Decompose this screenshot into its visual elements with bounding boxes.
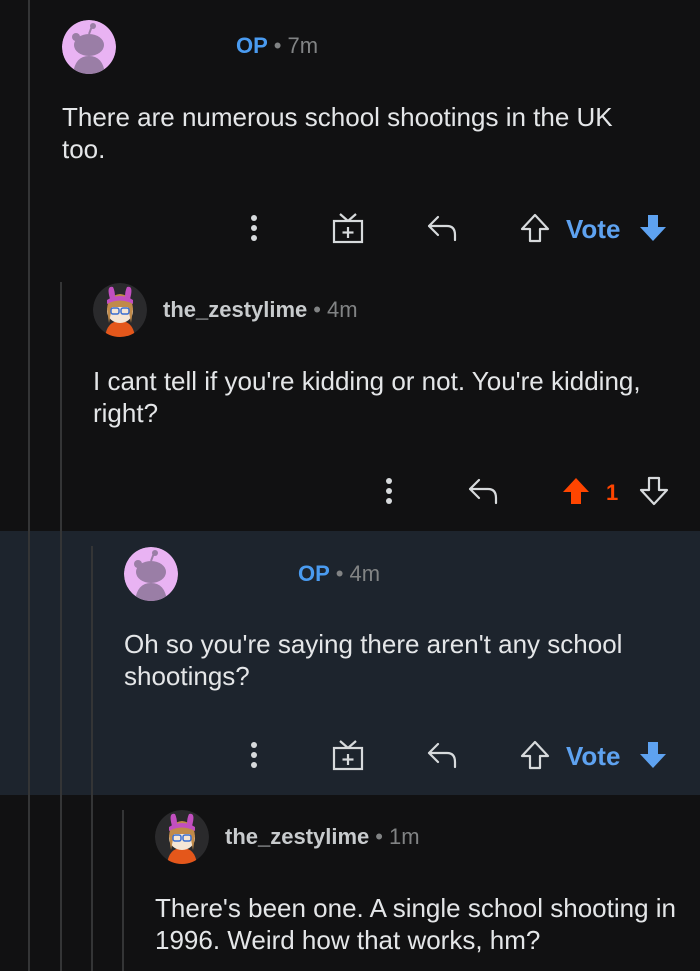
downvote-icon[interactable] (638, 475, 670, 507)
vote-label: Vote (566, 741, 621, 771)
reply-icon[interactable] (466, 476, 500, 506)
upvote-icon[interactable] (519, 739, 551, 771)
bunny-ears-avatar-icon[interactable] (155, 810, 209, 864)
thread-line-depth-1[interactable] (28, 0, 30, 971)
author-name[interactable]: the_zestylime (163, 297, 307, 322)
comment-meta: OP • 7m (236, 33, 318, 59)
downvote-icon[interactable] (637, 212, 669, 244)
comment-meta: OP • 4m (298, 561, 380, 587)
comment-body: Oh so you're saying there aren't any sch… (124, 629, 623, 691)
separator-dot: • (375, 824, 383, 849)
reply-icon[interactable] (425, 740, 459, 770)
award-icon[interactable] (331, 739, 365, 771)
award-icon[interactable] (331, 212, 365, 244)
separator-dot: • (273, 33, 282, 58)
upvote-icon[interactable] (519, 212, 551, 244)
reply-icon[interactable] (425, 213, 459, 243)
comment-meta: the_zestylime • 4m (163, 297, 358, 323)
comment-body: There's been one. A single school shooti… (155, 893, 676, 955)
more-icon[interactable] (244, 740, 264, 770)
author-name[interactable]: OP (236, 33, 268, 58)
more-icon[interactable] (379, 476, 399, 506)
comment-body: I cant tell if you're kidding or not. Yo… (93, 366, 641, 428)
thread-line-depth-2[interactable] (60, 282, 62, 971)
timestamp: 4m (349, 561, 381, 586)
separator-dot: • (313, 297, 321, 322)
vote-score: 1 (606, 480, 619, 505)
comment-body: There are numerous school shootings in t… (62, 102, 613, 164)
timestamp: 4m (327, 297, 358, 322)
upvote-icon[interactable] (560, 475, 592, 507)
bunny-ears-avatar-icon[interactable] (93, 283, 147, 337)
timestamp: 1m (389, 824, 420, 849)
author-name[interactable]: the_zestylime (225, 824, 369, 849)
author-name[interactable]: OP (298, 561, 330, 586)
timestamp: 7m (287, 33, 319, 58)
downvote-icon[interactable] (637, 739, 669, 771)
snoo-avatar-icon[interactable] (124, 547, 178, 601)
vote-label: Vote (566, 214, 621, 244)
snoo-avatar-icon[interactable] (62, 20, 116, 74)
thread-line-depth-4[interactable] (122, 810, 124, 971)
more-icon[interactable] (244, 213, 264, 243)
separator-dot: • (335, 561, 344, 586)
comment-meta: the_zestylime • 1m (225, 824, 420, 850)
thread-line-depth-3[interactable] (91, 546, 93, 971)
